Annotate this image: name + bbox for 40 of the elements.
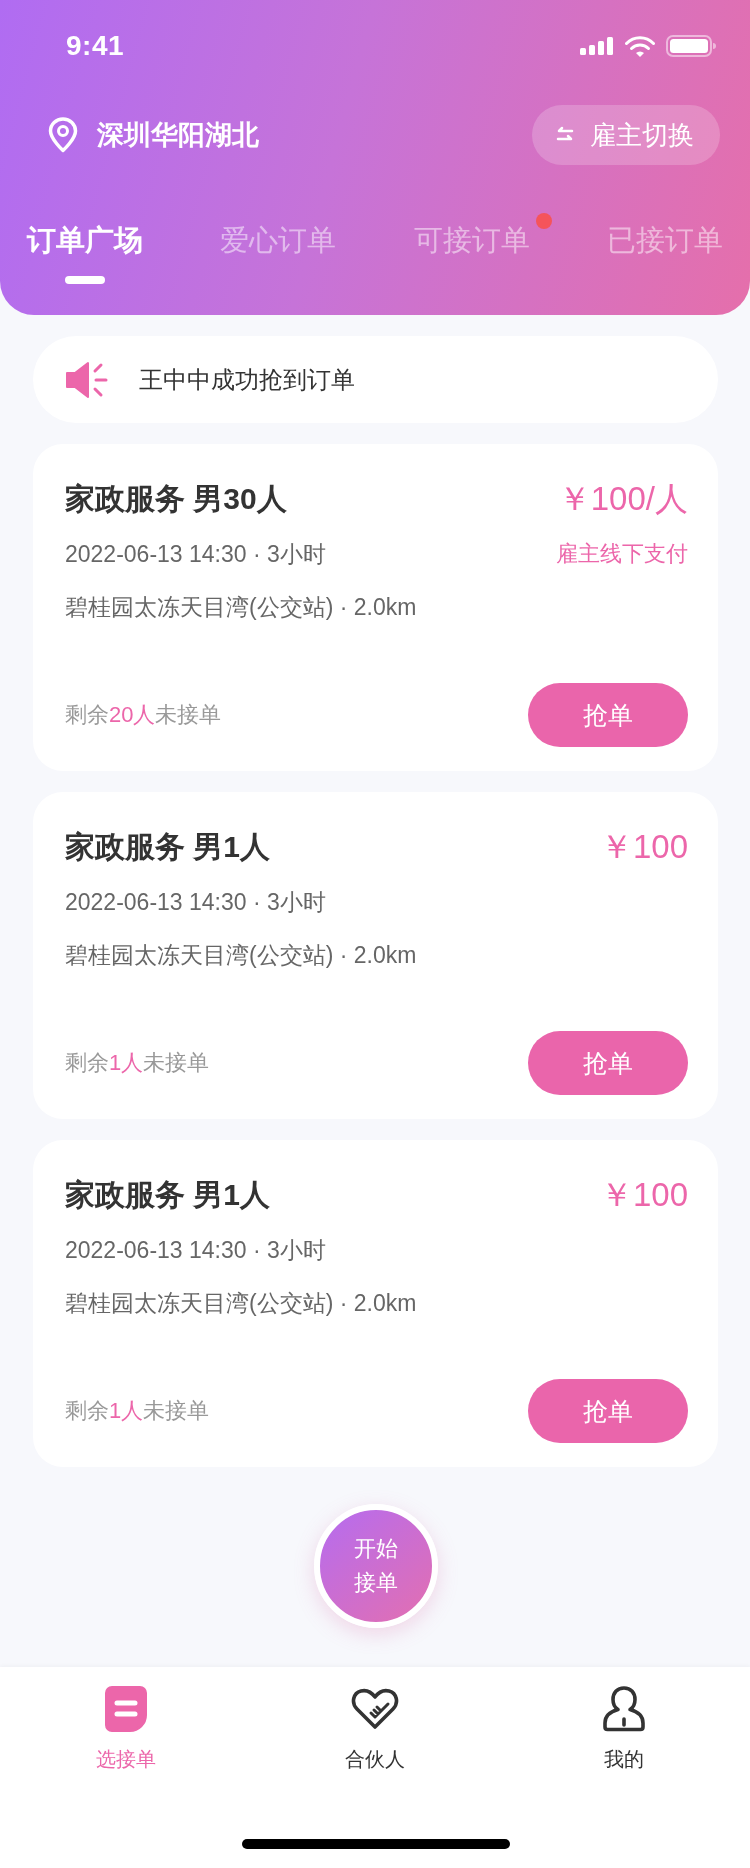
status-time: 9:41 <box>66 30 125 62</box>
role-switch-button[interactable]: 雇主切换 <box>532 105 720 165</box>
location-pin-icon <box>48 117 78 153</box>
remaining-text: 剩余20人未接单 <box>65 701 222 729</box>
order-address: 碧桂园太冻天目湾(公交站) · 2.0km <box>65 941 417 970</box>
payment-note: 雇主线下支付 <box>556 540 688 568</box>
order-title: 家政服务 男1人 <box>65 829 271 865</box>
battery-icon <box>666 35 716 57</box>
tab[interactable]: 订单广场 <box>27 220 143 260</box>
speaker-icon <box>66 359 108 400</box>
order-time: 2022-06-13 14:30 · 3小时 <box>65 1236 326 1265</box>
order-time: 2022-06-13 14:30 · 3小时 <box>65 540 326 569</box>
active-tab-indicator <box>65 276 105 284</box>
nav-tab[interactable]: 我的 <box>543 1686 704 1773</box>
order-title: 家政服务 男30人 <box>65 481 287 517</box>
order-time: 2022-06-13 14:30 · 3小时 <box>65 888 326 917</box>
tab[interactable]: 已接订单 <box>607 220 723 260</box>
order-title: 家政服务 男1人 <box>65 1177 271 1213</box>
tab[interactable]: 可接订单 <box>413 220 530 260</box>
grab-order-button[interactable]: 抢单 <box>528 683 688 747</box>
person-icon <box>602 1686 645 1732</box>
tab[interactable]: 爱心订单 <box>220 220 337 260</box>
grab-order-button[interactable]: 抢单 <box>528 1379 688 1443</box>
notice-text: 王中中成功抢到订单 <box>139 364 355 395</box>
nav-tab[interactable]: 合伙人 <box>295 1686 455 1773</box>
remaining-text: 剩余1人未接单 <box>65 1049 210 1077</box>
order-price: ￥100 <box>599 1175 688 1215</box>
start-accepting-button[interactable]: 开始接单 <box>313 1504 438 1628</box>
wifi-icon <box>625 35 655 57</box>
nav-tab[interactable]: 选接单 <box>46 1686 207 1773</box>
grab-order-button[interactable]: 抢单 <box>528 1031 688 1095</box>
location-label[interactable]: 深圳华阳湖北 <box>97 117 259 153</box>
signal-icon <box>580 37 614 55</box>
order-address: 碧桂园太冻天目湾(公交站) · 2.0km <box>65 1289 417 1318</box>
remaining-text: 剩余1人未接单 <box>65 1397 210 1425</box>
heart-handshake-icon <box>351 1687 399 1731</box>
order-price: ￥100 <box>599 827 688 867</box>
order-price: ￥100/人 <box>557 479 688 519</box>
document-icon <box>105 1686 148 1732</box>
order-address: 碧桂园太冻天目湾(公交站) · 2.0km <box>65 593 417 622</box>
